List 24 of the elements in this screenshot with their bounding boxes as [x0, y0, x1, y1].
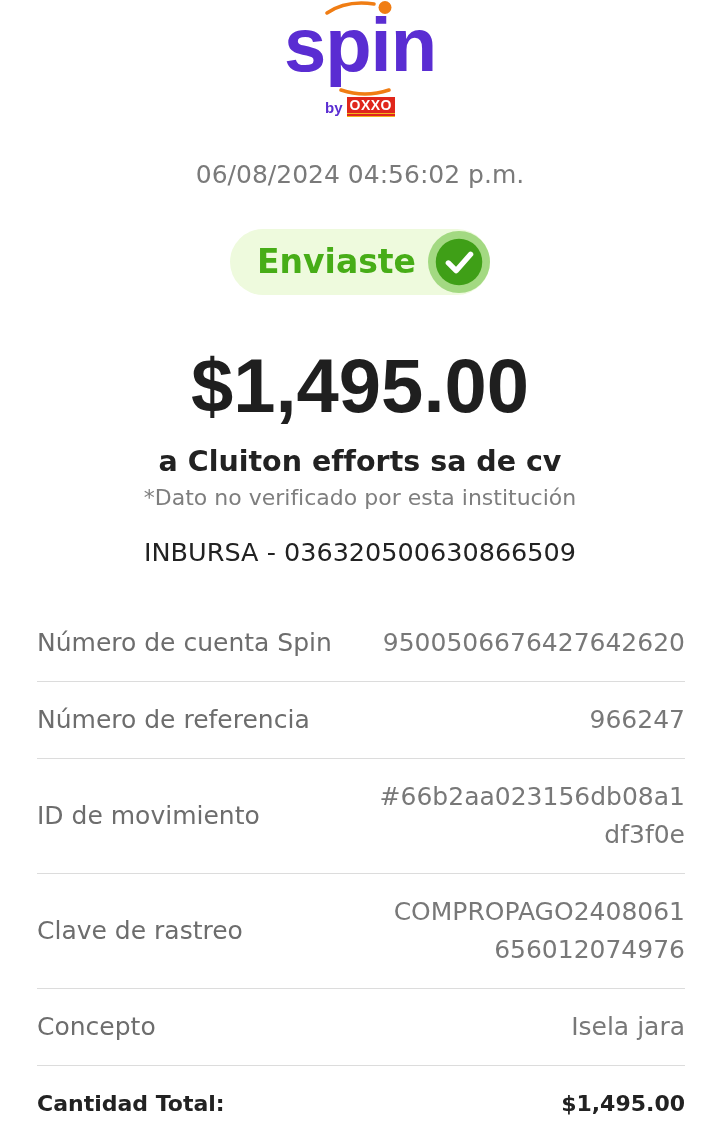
orbit-arc-icon — [339, 88, 391, 96]
disclaimer-note: *Dato no verificado por esta institución — [143, 484, 577, 512]
detail-value: 966247 — [589, 704, 685, 736]
detail-value: #66b2aa023156db08a1df3f0e — [378, 781, 685, 851]
detail-label: Número de cuenta Spin — [37, 627, 332, 659]
detail-value: 9500506676427642620 — [382, 627, 685, 659]
detail-value: Isela jara — [571, 1011, 685, 1043]
amount: $1,495.00 — [190, 348, 530, 424]
recipient-name: a Cluiton efforts sa de cv — [158, 444, 562, 480]
detail-label: Clave de rastreo — [37, 915, 243, 947]
total-amount: $1,495.00 — [561, 1090, 685, 1118]
logo-byline: by — [325, 99, 343, 117]
detail-label: Concepto — [37, 1011, 156, 1043]
detail-label: ID de movimiento — [37, 800, 260, 832]
bank-account: INBURSA - 036320500630866509 — [144, 536, 576, 568]
status-label: Enviaste — [257, 242, 416, 282]
check-icon — [427, 231, 490, 293]
logo-wordmark: spin — [283, 16, 437, 88]
total-label: Cantidad Total: — [37, 1090, 225, 1118]
transaction-datetime: 06/08/2024 04:56:02 p.m. — [195, 160, 525, 190]
orbit-arc-icon — [324, 0, 392, 15]
detail-label: Número de referencia — [37, 704, 310, 736]
detail-value: COMPROPAGO2408061656012074976 — [392, 896, 685, 966]
partner-logo: OXXO — [346, 97, 395, 117]
